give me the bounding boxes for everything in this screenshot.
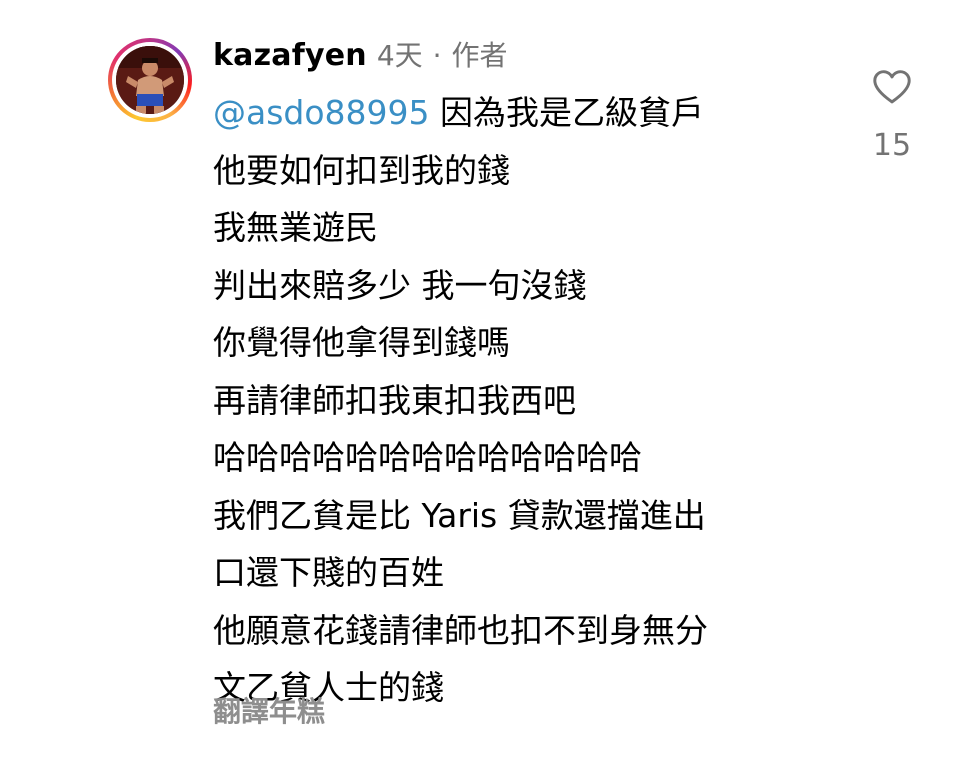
comment-line: 口還下賤的百姓 bbox=[213, 553, 444, 592]
story-ring[interactable] bbox=[108, 38, 192, 122]
see-translation-button[interactable]: 翻譯年糕 bbox=[213, 690, 325, 730]
meta-separator: · bbox=[432, 39, 442, 72]
comment-line: 他要如何扣到我的錢 bbox=[213, 150, 510, 190]
avatar[interactable] bbox=[116, 46, 184, 114]
mention-link[interactable]: @asdo88995 bbox=[213, 93, 430, 132]
comment-line: 判出來賠多少 我一句沒錢 bbox=[213, 265, 587, 305]
comment-line: 再請律師扣我東扣我西吧 bbox=[213, 380, 576, 420]
comment-line: @asdo88995 因為我是乙級貧戶 bbox=[213, 84, 833, 142]
avatar-border bbox=[112, 42, 188, 118]
comment-line: 你覺得他拿得到錢嗎 bbox=[213, 323, 510, 362]
comment-body: @asdo88995 因為我是乙級貧戶 他要如何扣到我的錢 我無業遊民 判出來賠… bbox=[213, 84, 833, 717]
comment-time[interactable]: 4天 bbox=[377, 34, 423, 74]
author-badge: 作者 bbox=[451, 39, 508, 72]
like-count[interactable]: 15 bbox=[866, 128, 918, 163]
username-link[interactable]: kazafyen bbox=[213, 38, 367, 73]
avatar-image bbox=[116, 46, 184, 114]
comment-line: 我無業遊民 bbox=[213, 208, 378, 247]
comment-line: 哈哈哈哈哈哈哈哈哈哈哈哈哈 bbox=[213, 438, 642, 477]
comment: kazafyen 4天 · 作者 @asdo88995 因為我是乙級貧戶 他要如… bbox=[0, 0, 960, 759]
comment-line: 我們乙貧是比 Yaris 貸款還擋進出 bbox=[213, 495, 706, 535]
comment-header: kazafyen 4天 · 作者 bbox=[213, 34, 508, 78]
comment-line-text: 因為我是乙級貧戶 bbox=[440, 93, 705, 132]
comment-line: 他願意花錢請律師也扣不到身無分 bbox=[213, 610, 708, 650]
heart-outline-icon[interactable] bbox=[871, 66, 913, 108]
